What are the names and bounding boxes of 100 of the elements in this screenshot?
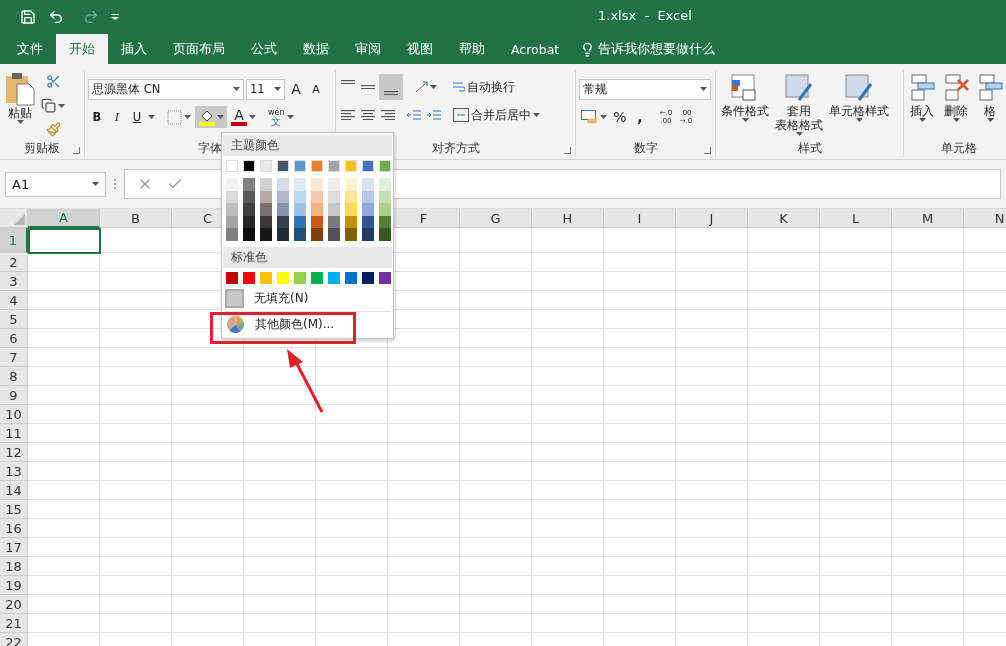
color-swatch[interactable] <box>328 271 340 284</box>
color-swatch[interactable] <box>362 228 374 241</box>
color-swatch[interactable] <box>277 178 289 191</box>
color-swatch[interactable] <box>311 228 323 241</box>
launcher-icon[interactable] <box>73 147 80 154</box>
color-swatch[interactable] <box>294 271 306 284</box>
color-swatch[interactable] <box>277 228 289 241</box>
color-swatch[interactable] <box>243 228 255 241</box>
color-swatch[interactable] <box>362 271 374 284</box>
comma-button[interactable]: , <box>631 106 649 128</box>
row-header[interactable]: 3 <box>0 272 28 291</box>
row-header[interactable]: 4 <box>0 291 28 310</box>
color-swatch[interactable] <box>294 178 306 191</box>
color-swatch[interactable] <box>345 178 357 191</box>
color-swatch[interactable] <box>226 271 238 284</box>
shrink-font-button[interactable]: A <box>307 78 325 100</box>
font-size-field[interactable]: 11 <box>246 78 285 100</box>
tell-me-search[interactable]: 告诉我你想要做什么 <box>580 34 716 64</box>
color-swatch[interactable] <box>328 203 340 216</box>
name-box[interactable]: A1 <box>5 171 106 197</box>
column-header[interactable]: M <box>892 209 964 228</box>
ribbon-tab[interactable]: 数据 <box>290 34 342 64</box>
color-swatch[interactable] <box>328 178 340 191</box>
row-header[interactable]: 1 <box>0 228 28 253</box>
column-header[interactable]: K <box>748 209 820 228</box>
style-button[interactable]: 套用 表格格式 <box>773 70 825 139</box>
fill-color-button[interactable] <box>195 106 227 128</box>
ribbon-tab[interactable]: 插入 <box>108 34 160 64</box>
ribbon-tab[interactable]: 审阅 <box>342 34 394 64</box>
row-header[interactable]: 14 <box>0 481 28 500</box>
column-header[interactable]: L <box>820 209 892 228</box>
row-header[interactable]: 12 <box>0 443 28 462</box>
ribbon-tab[interactable]: 页面布局 <box>160 34 238 64</box>
style-button[interactable]: 条件格式 <box>719 70 771 139</box>
no-fill-item[interactable]: 无填充(N) <box>222 287 393 309</box>
bold-button[interactable]: B <box>88 106 106 128</box>
cells-button[interactable]: 插入 <box>907 70 937 139</box>
launcher-icon[interactable] <box>704 147 711 154</box>
merge-center-button[interactable]: 合并后居中 <box>451 104 542 126</box>
customize-icon[interactable] <box>111 14 119 20</box>
color-swatch[interactable] <box>379 203 391 216</box>
row-header[interactable]: 19 <box>0 576 28 595</box>
cell-grid[interactable] <box>28 228 1006 646</box>
color-swatch[interactable] <box>260 228 272 241</box>
select-all-corner[interactable] <box>0 209 28 228</box>
color-swatch[interactable] <box>226 228 238 241</box>
color-swatch[interactable] <box>243 271 255 284</box>
cells-button[interactable]: 删除 <box>941 70 971 139</box>
ribbon-tab[interactable]: 开始 <box>56 34 108 64</box>
row-header[interactable]: 18 <box>0 557 28 576</box>
column-header[interactable]: B <box>100 209 172 228</box>
color-swatch[interactable] <box>226 203 238 216</box>
bottom-align-button[interactable] <box>379 74 403 100</box>
color-swatch[interactable] <box>328 228 340 241</box>
number-format-field[interactable]: 常规 <box>579 78 711 100</box>
color-swatch[interactable] <box>362 178 374 191</box>
color-swatch[interactable] <box>379 178 391 191</box>
more-colors-item[interactable]: 其他颜色(M)... <box>222 313 393 335</box>
row-header[interactable]: 2 <box>0 253 28 272</box>
row-header[interactable]: 10 <box>0 405 28 424</box>
row-header[interactable]: 21 <box>0 614 28 633</box>
color-swatch[interactable] <box>226 178 238 191</box>
row-header[interactable]: 6 <box>0 329 28 348</box>
paste-button[interactable]: 粘贴 <box>3 70 37 139</box>
underline-button[interactable]: U <box>128 106 146 128</box>
redo-icon[interactable] <box>83 9 99 25</box>
column-header[interactable]: G <box>460 209 532 228</box>
selected-cell[interactable] <box>28 228 101 254</box>
ribbon-tab[interactable]: 视图 <box>394 34 446 64</box>
row-header[interactable]: 9 <box>0 386 28 405</box>
color-swatch[interactable] <box>345 271 357 284</box>
color-swatch[interactable] <box>243 178 255 191</box>
color-swatch[interactable] <box>345 203 357 216</box>
row-header[interactable]: 8 <box>0 367 28 386</box>
ribbon-tab[interactable]: Acrobat <box>498 34 573 64</box>
ribbon-tab[interactable]: 文件 <box>4 34 56 64</box>
ribbon-tab[interactable]: 公式 <box>238 34 290 64</box>
color-swatch[interactable] <box>260 203 272 216</box>
column-header[interactable]: H <box>532 209 604 228</box>
column-header[interactable]: A <box>28 209 100 228</box>
row-header[interactable]: 20 <box>0 595 28 614</box>
ribbon-tab[interactable]: 帮助 <box>446 34 498 64</box>
row-header[interactable]: 17 <box>0 538 28 557</box>
row-header[interactable]: 16 <box>0 519 28 538</box>
wrap-text-button[interactable]: 自动换行 <box>451 76 517 98</box>
launcher-icon[interactable] <box>564 147 571 154</box>
style-button[interactable]: 单元格样式 <box>827 70 891 139</box>
row-header[interactable]: 13 <box>0 462 28 481</box>
column-header[interactable]: J <box>676 209 748 228</box>
row-header[interactable]: 15 <box>0 500 28 519</box>
color-swatch[interactable] <box>243 203 255 216</box>
font-name-field[interactable]: 思源黑体 CN <box>88 78 244 100</box>
color-swatch[interactable] <box>260 178 272 191</box>
percent-button[interactable]: % <box>611 106 629 128</box>
color-swatch[interactable] <box>311 203 323 216</box>
color-swatch[interactable] <box>345 228 357 241</box>
column-header[interactable]: N <box>964 209 1006 228</box>
row-header[interactable]: 22 <box>0 633 28 646</box>
color-swatch[interactable] <box>277 203 289 216</box>
undo-icon[interactable] <box>48 9 71 25</box>
